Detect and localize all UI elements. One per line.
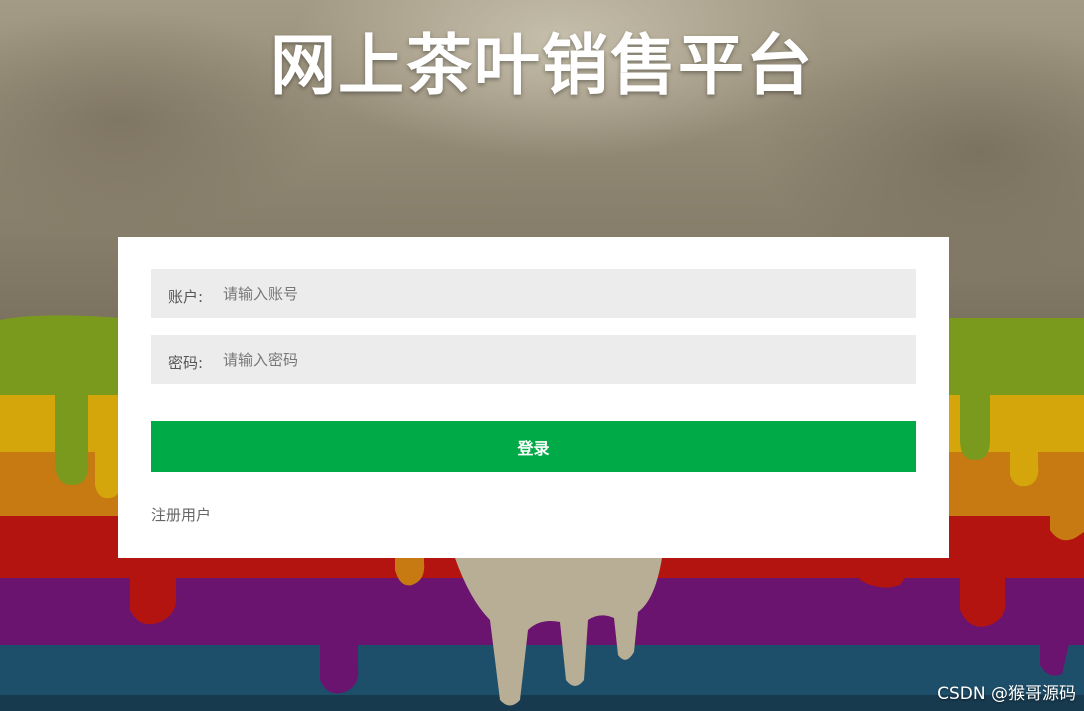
password-field: 密码: xyxy=(151,335,916,384)
watermark: CSDN @猴哥源码 xyxy=(937,684,1076,704)
page-title: 网上茶叶销售平台 xyxy=(270,27,814,104)
password-label: 密码: xyxy=(168,354,204,372)
account-field: 账户: xyxy=(151,269,916,318)
login-button[interactable]: 登录 xyxy=(151,421,916,472)
account-label: 账户: xyxy=(168,288,204,306)
register-link[interactable]: 注册用户 xyxy=(151,505,211,525)
account-input[interactable] xyxy=(223,269,903,318)
login-card: 账户: 密码: 登录 注册用户 xyxy=(118,237,949,558)
login-page: 网上茶叶销售平台 账户: 密码: 登录 注册用户 CSDN @猴哥源码 xyxy=(0,0,1084,711)
password-input[interactable] xyxy=(223,335,903,384)
